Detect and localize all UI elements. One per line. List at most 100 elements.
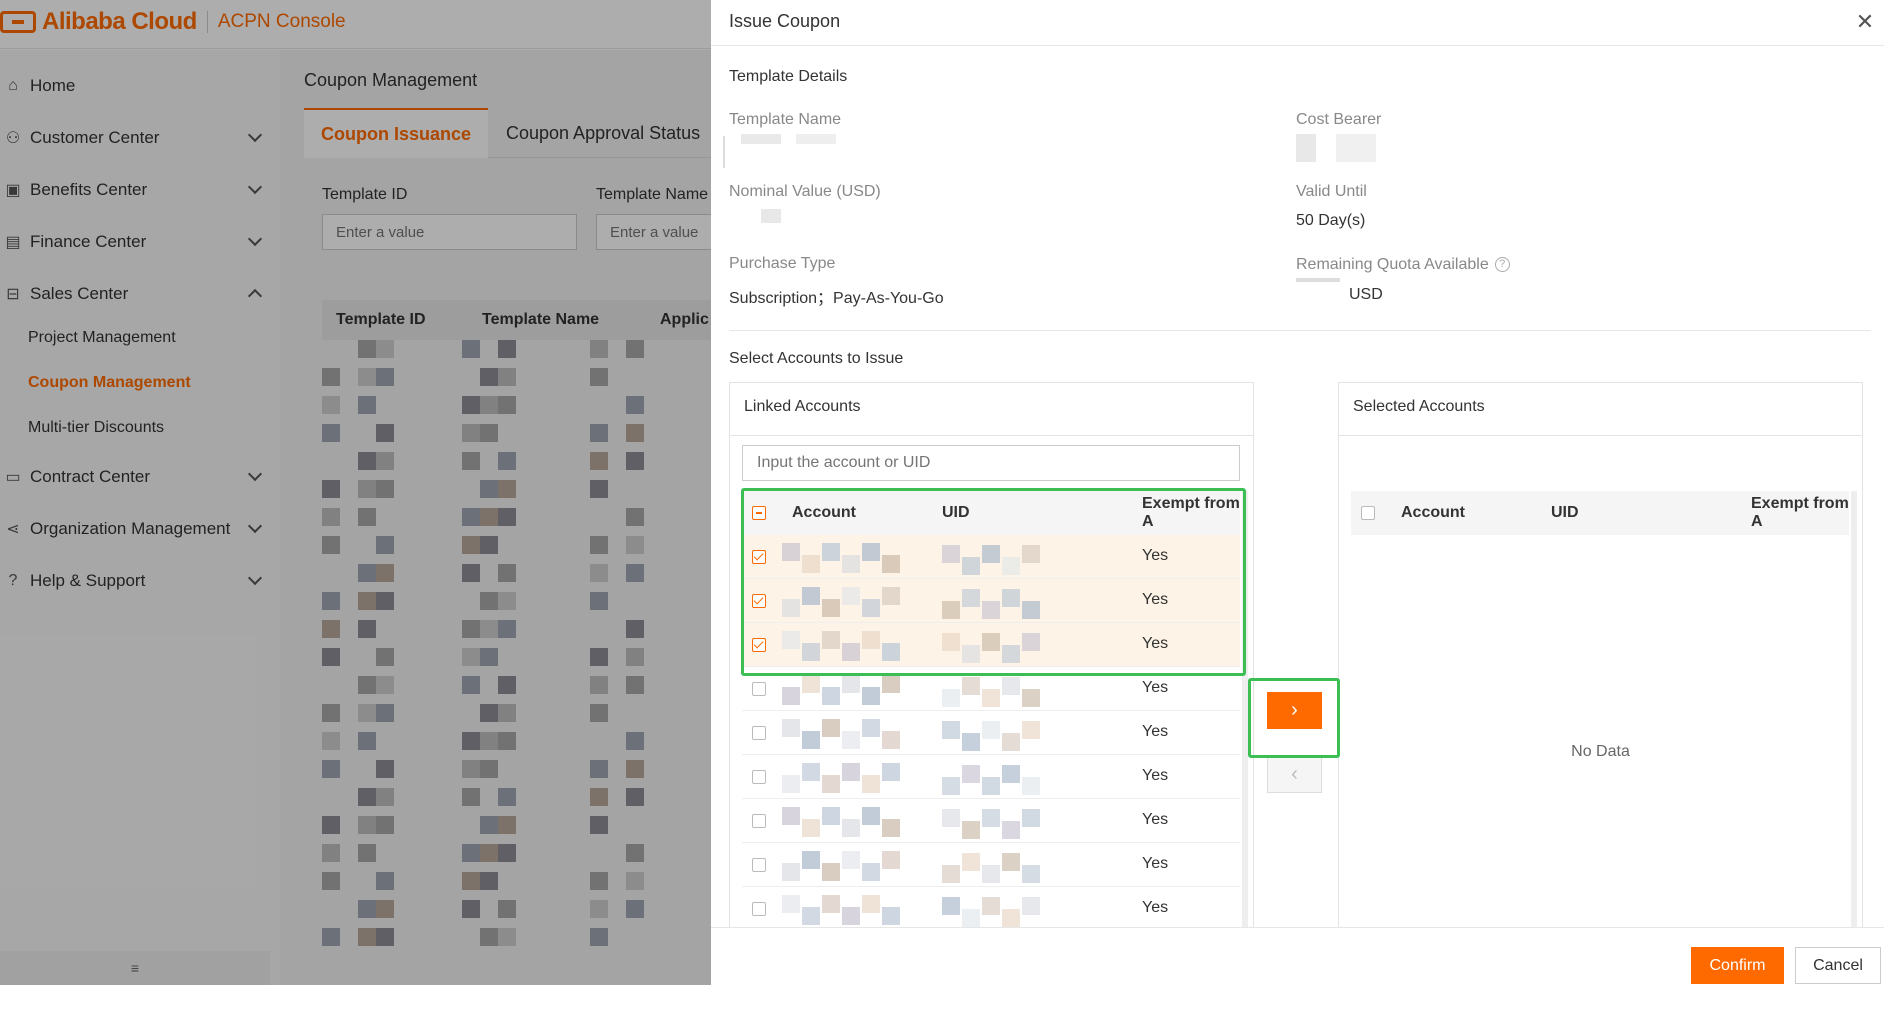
redacted-account (862, 599, 880, 617)
redacted-account (862, 543, 880, 561)
redacted-template-name (796, 134, 836, 144)
selected-select-all-checkbox[interactable] (1361, 506, 1375, 520)
account-search-input[interactable] (742, 445, 1240, 481)
table-row[interactable]: Yes (742, 667, 1240, 711)
row-checkbox[interactable] (752, 902, 766, 916)
redacted-uid (982, 865, 1000, 883)
selected-scrollbar[interactable] (1851, 491, 1857, 941)
redacted-uid (1002, 677, 1020, 695)
col-exempt: Exempt from A (1142, 495, 1240, 530)
row-checkbox[interactable] (752, 682, 766, 696)
cancel-button[interactable]: Cancel (1795, 947, 1881, 984)
row-checkbox[interactable] (752, 858, 766, 872)
nominal-value-label: Nominal Value (USD) (729, 183, 881, 200)
redacted-cost-bearer (1296, 134, 1316, 162)
select-all-checkbox[interactable] (752, 506, 766, 520)
col-account: Account (792, 504, 856, 521)
redacted-cost-bearer (1336, 134, 1376, 162)
redacted-uid (942, 809, 960, 827)
table-row[interactable]: Yes (742, 711, 1240, 755)
table-row[interactable]: Yes (742, 579, 1240, 623)
table-row[interactable]: Yes (742, 535, 1240, 579)
redacted-account (782, 599, 800, 617)
redacted-uid (1022, 689, 1040, 707)
drawer-footer: Confirm Cancel (711, 927, 1884, 1013)
redacted-uid (1002, 765, 1020, 783)
panel-divider (1339, 435, 1862, 436)
modal-overlay[interactable] (0, 0, 711, 1013)
redacted-remaining-quota (1296, 278, 1340, 282)
no-data-text: No Data (1571, 743, 1630, 760)
redacted-uid (1022, 601, 1040, 619)
redacted-account (802, 851, 820, 869)
remaining-quota-label-text: Remaining Quota Available (1296, 256, 1489, 273)
template-name-label: Template Name (729, 111, 842, 128)
confirm-button[interactable]: Confirm (1691, 947, 1784, 984)
redacted-uid (1002, 909, 1020, 927)
redacted-uid (982, 897, 1000, 915)
purchase-type-value: Subscription；Pay-As-You-Go (729, 290, 944, 307)
bottom-strip (0, 985, 711, 1013)
redacted-account (822, 775, 840, 793)
chevron-right-icon: › (1291, 699, 1298, 721)
question-icon[interactable]: ? (1494, 257, 1510, 273)
redacted-account (882, 731, 900, 749)
redacted-account (882, 587, 900, 605)
exempt-value: Yes (1142, 811, 1169, 828)
linked-scrollbar[interactable] (1242, 491, 1248, 941)
move-left-button[interactable]: ‹ (1267, 756, 1322, 793)
redacted-account (842, 555, 860, 573)
table-row[interactable]: Yes (742, 843, 1240, 887)
template-details-title: Template Details (729, 68, 848, 85)
table-row[interactable]: Yes (742, 755, 1240, 799)
table-row[interactable]: Yes (742, 623, 1240, 667)
redacted-account (862, 631, 880, 649)
issue-coupon-drawer: Issue Coupon ✕ Template Details Template… (711, 0, 1884, 1013)
remaining-quota-unit: USD (1349, 286, 1383, 303)
redacted-account (842, 851, 860, 869)
redacted-account (782, 775, 800, 793)
redacted-account (882, 763, 900, 781)
close-icon[interactable]: ✕ (1852, 9, 1878, 35)
row-checkbox[interactable] (752, 638, 766, 652)
row-checkbox[interactable] (752, 726, 766, 740)
remaining-quota-label: Remaining Quota Available? (1296, 256, 1510, 274)
redacted-uid (942, 865, 960, 883)
redacted-uid (1022, 897, 1040, 915)
redacted-account (822, 631, 840, 649)
redacted-uid (942, 721, 960, 739)
redacted-uid (1002, 733, 1020, 751)
col-uid: UID (942, 504, 970, 521)
redacted-account (802, 587, 820, 605)
table-row[interactable]: Yes (742, 799, 1240, 843)
selected-table-header: Account UID Exempt from A (1351, 491, 1849, 535)
valid-until-value: 50 Day(s) (1296, 212, 1366, 229)
redacted-account (862, 807, 880, 825)
redacted-uid (962, 589, 980, 607)
redacted-account (862, 895, 880, 913)
row-checkbox[interactable] (752, 770, 766, 784)
redacted-account (802, 819, 820, 837)
redacted-uid (962, 557, 980, 575)
redacted-account (822, 687, 840, 705)
redacted-account (802, 763, 820, 781)
redacted-account (822, 895, 840, 913)
redacted-uid (1022, 809, 1040, 827)
move-right-button[interactable]: › (1267, 692, 1322, 729)
redacted-uid (982, 633, 1000, 651)
redacted-uid (962, 733, 980, 751)
redacted-template-name (723, 136, 725, 168)
exempt-value: Yes (1142, 899, 1169, 916)
redacted-uid (962, 909, 980, 927)
exempt-value: Yes (1142, 591, 1169, 608)
redacted-uid (1002, 557, 1020, 575)
panel-divider (730, 435, 1253, 436)
selected-accounts-panel: Selected Accounts Account UID Exempt fro… (1338, 382, 1863, 942)
linked-accounts-panel: Linked Accounts Account UID Exempt from … (729, 382, 1254, 942)
row-checkbox[interactable] (752, 594, 766, 608)
row-checkbox[interactable] (752, 550, 766, 564)
table-row[interactable]: Yes (742, 887, 1240, 931)
redacted-account (822, 543, 840, 561)
row-checkbox[interactable] (752, 814, 766, 828)
redacted-account (882, 907, 900, 925)
